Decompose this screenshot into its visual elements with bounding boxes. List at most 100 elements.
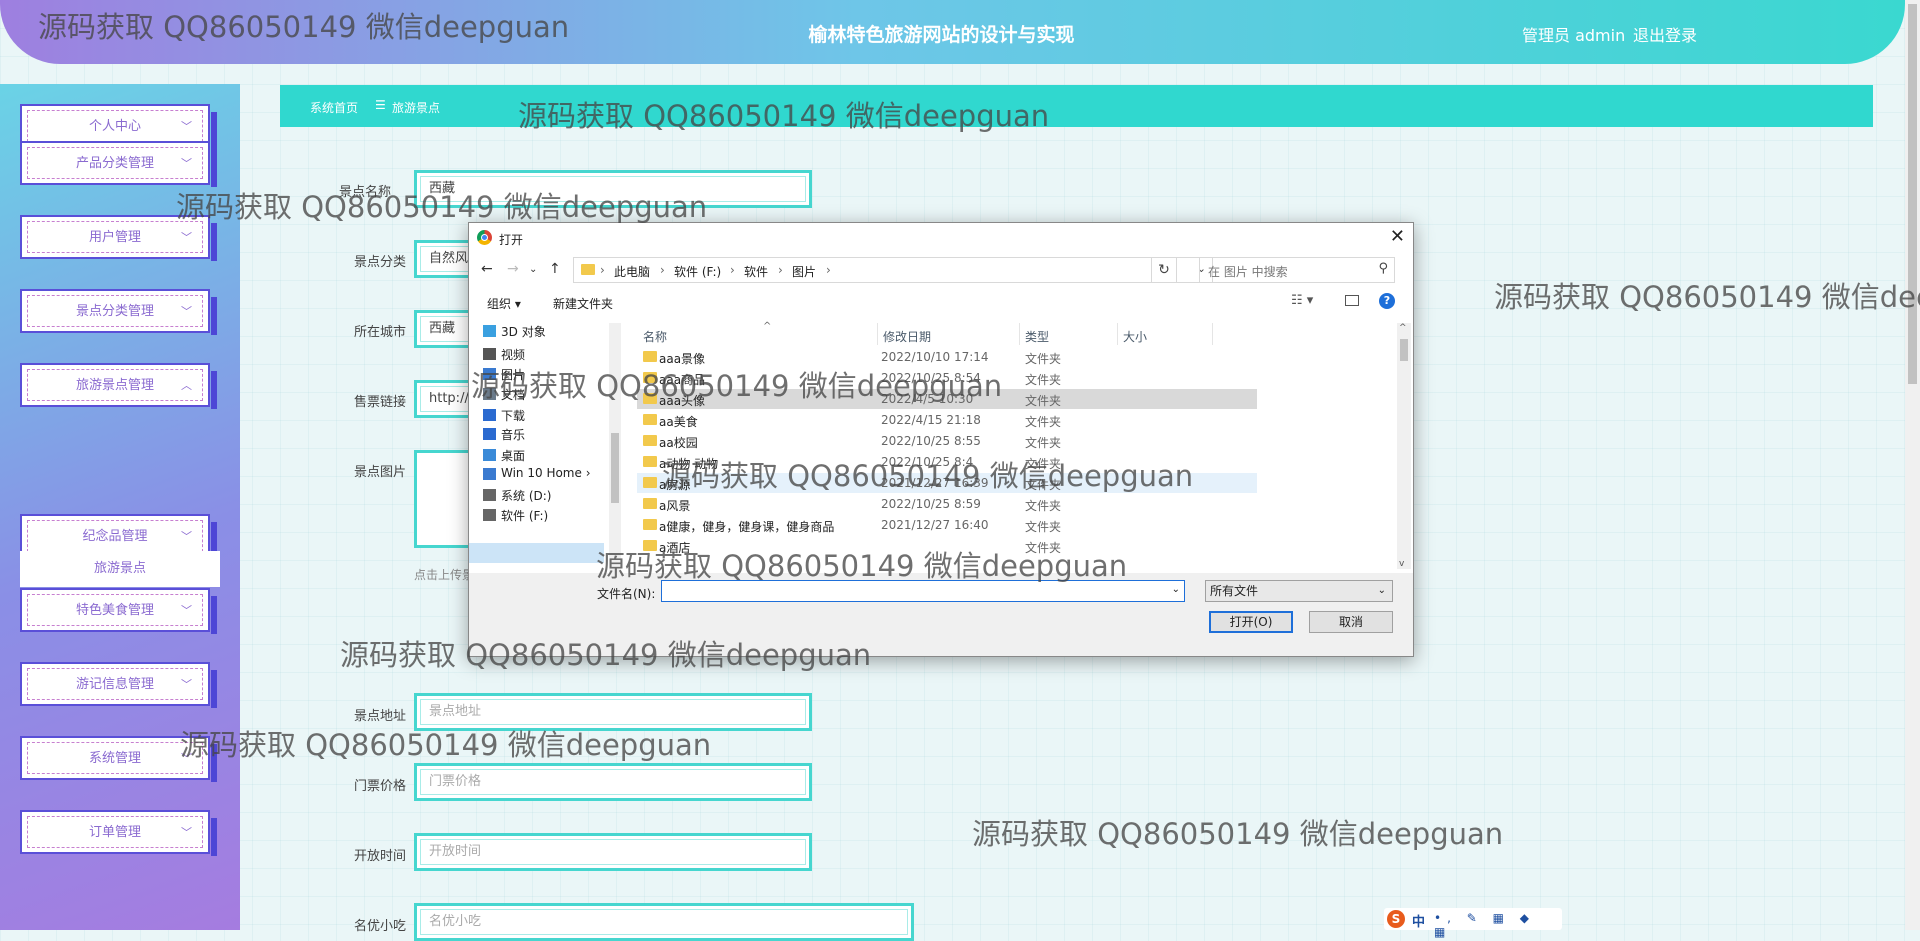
cancel-button[interactable]: 取消 <box>1309 611 1393 633</box>
sidebar-item[interactable]: 游记信息管理 ﹀ <box>20 662 217 708</box>
path-segment[interactable]: 软件 <box>744 263 768 280</box>
column-type[interactable]: 类型 <box>1025 328 1049 345</box>
file-row[interactable]: a动物 动物 2022/10/25 8:4 文件夹 <box>637 452 1257 472</box>
sidebar-item[interactable]: 用户管理 ﹀ <box>20 215 217 261</box>
organize-button[interactable]: 组织 ▾ <box>487 295 521 312</box>
open-time-label: 开放时间 <box>353 849 406 864</box>
search-icon[interactable]: ⚲ <box>1378 261 1388 276</box>
name-input[interactable]: 西藏 <box>414 170 812 208</box>
path-segment[interactable]: 图片 <box>792 263 816 280</box>
file-row[interactable]: a酒店 文件夹 <box>637 536 1257 556</box>
folder-icon <box>643 498 657 509</box>
chevron-down-icon: ﹀ <box>181 678 192 691</box>
breadcrumb-current: 旅游景点 <box>392 101 441 115</box>
recent-dropdown-icon[interactable]: ⌄ <box>529 264 537 275</box>
column-headers: 名称 ^ 修改日期 类型 大小 <box>637 321 1397 345</box>
file-row[interactable]: a房源 2021/12/27 16:39 文件夹 <box>637 473 1257 493</box>
file-row[interactable]: aaa商品 2022/10/25 8:54 文件夹 <box>637 368 1257 388</box>
ime-logo-icon[interactable]: S <box>1387 910 1405 928</box>
path-segment[interactable]: 软件 (F:) <box>674 263 721 280</box>
ime-mode[interactable]: 中 <box>1412 911 1425 930</box>
file-row[interactable]: aa美食 2022/4/15 21:18 文件夹 <box>637 410 1257 430</box>
open-time-input[interactable]: 开放时间 <box>414 833 812 871</box>
file-name: a酒店 <box>659 541 691 555</box>
tree-scrollbar-thumb[interactable] <box>611 433 619 503</box>
file-type: 文件夹 <box>1025 415 1062 429</box>
scroll-down-icon[interactable]: v <box>1399 559 1404 569</box>
ime-tools-icon[interactable]: •, ✎ ▦ ◆ ▦ <box>1434 911 1562 939</box>
page-scrollbar-thumb[interactable] <box>1908 4 1917 384</box>
preview-pane-icon[interactable] <box>1345 295 1359 306</box>
column-date[interactable]: 修改日期 <box>883 328 931 345</box>
snack-input[interactable]: 名优小吃 <box>414 903 914 941</box>
path-segment[interactable]: 此电脑 <box>614 263 650 280</box>
file-list-scrollbar[interactable]: ^ v <box>1397 323 1411 569</box>
tree-item[interactable]: 图片 <box>483 366 525 384</box>
help-icon[interactable]: ? <box>1379 293 1395 309</box>
dialog-titlebar[interactable]: 打开 ✕ <box>469 223 1413 253</box>
filename-input[interactable]: ⌄ <box>661 580 1185 602</box>
watermark-text: 源码获取 QQ86050149 微信deepguan <box>1494 280 1920 314</box>
tree-item[interactable]: 音乐 <box>483 426 525 444</box>
view-options-icon[interactable]: ☷ ▾ <box>1291 293 1313 308</box>
ime-toolbar[interactable]: S 中 •, ✎ ▦ ◆ ▦ <box>1384 908 1562 939</box>
price-input[interactable]: 门票价格 <box>414 763 812 801</box>
file-name: aa美食 <box>659 415 698 429</box>
logout-link[interactable]: 退出登录 <box>1633 22 1697 46</box>
sidebar-item[interactable]: 旅游景点管理 ︿ <box>20 363 217 409</box>
file-row[interactable]: aaa头像 2022/4/5 10:30 文件夹 <box>637 389 1257 409</box>
chevron-up-icon: ︿ <box>181 379 192 392</box>
search-box[interactable]: 在 图片 中搜索 ⚲ <box>1199 257 1395 283</box>
tree-item[interactable]: 软件 (F:) <box>483 507 548 525</box>
new-folder-button[interactable]: 新建文件夹 <box>553 295 613 312</box>
sidebar-item[interactable]: 产品分类管理 ﹀ <box>20 141 217 187</box>
back-arrow-icon[interactable]: ← <box>481 261 493 277</box>
tree-item[interactable]: 系统 (D:) <box>483 487 551 505</box>
chevron-down-icon: ﹀ <box>181 305 192 318</box>
tree-item[interactable]: 桌面 <box>483 447 525 465</box>
sidebar-subitem-scenic-spots[interactable]: 旅游景点 <box>20 551 220 587</box>
file-type: 文件夹 <box>1025 457 1062 471</box>
forward-arrow-icon[interactable]: → <box>507 261 519 277</box>
file-row[interactable]: a健康，健身，健身课，健身商品 2021/12/27 16:40 文件夹 <box>637 515 1257 535</box>
refresh-icon[interactable]: ↻ <box>1151 257 1177 283</box>
column-name[interactable]: 名称 <box>643 328 667 345</box>
tree-item[interactable]: Win 10 Home › <box>483 466 591 484</box>
tree-item[interactable]: 视频 <box>483 346 525 364</box>
address-input[interactable]: 景点地址 <box>414 693 812 731</box>
page-scrollbar[interactable] <box>1905 0 1920 930</box>
up-arrow-icon[interactable]: ↑ <box>549 261 561 277</box>
navigation-row: ← → ⌄ ↑ › 此电脑 › 软件 (F:) › 软件 › 图片 › ⌄ ↻ … <box>469 257 1413 285</box>
scroll-up-icon[interactable]: ^ <box>1399 323 1407 333</box>
sidebar-item[interactable]: 订单管理 ﹀ <box>20 810 217 856</box>
close-icon[interactable]: ✕ <box>1390 226 1405 247</box>
open-button[interactable]: 打开(O) <box>1209 611 1293 633</box>
file-row[interactable]: aaa景像 2022/10/10 17:14 文件夹 <box>637 347 1257 367</box>
filetype-select[interactable]: 所有文件 ⌄ <box>1205 580 1393 602</box>
tree-scrollbar[interactable] <box>609 323 621 573</box>
filetype-value: 所有文件 <box>1210 584 1259 598</box>
file-date: 2022/10/25 8:59 <box>881 497 981 511</box>
chevron-down-icon: ﹀ <box>181 231 192 244</box>
file-name: aaa商品 <box>659 373 706 387</box>
breadcrumb-home[interactable]: 系统首页 <box>310 99 358 116</box>
sidebar-item[interactable]: 景点分类管理 ﹀ <box>20 289 217 335</box>
column-size[interactable]: 大小 <box>1123 328 1147 345</box>
tree-item[interactable]: 3D 对象 <box>483 323 546 341</box>
sidebar-item[interactable]: 系统管理 ﹀ <box>20 736 217 782</box>
search-input[interactable]: 在 图片 中搜索 <box>1208 263 1288 280</box>
file-row[interactable]: aa校园 2022/10/25 8:55 文件夹 <box>637 431 1257 451</box>
tree-item[interactable]: 文档 <box>483 386 525 404</box>
chevron-down-icon: ﹀ <box>181 157 192 170</box>
drive-folder-icon <box>483 388 496 400</box>
file-date: 2022/10/10 17:14 <box>881 350 989 364</box>
file-type: 文件夹 <box>1025 394 1062 408</box>
file-row[interactable]: a风景 2022/10/25 8:59 文件夹 <box>637 494 1257 514</box>
tree-item[interactable]: 下载 <box>483 407 525 425</box>
sidebar-item[interactable]: 特色美食管理 ﹀ <box>20 588 217 634</box>
file-name: aaa景像 <box>659 352 706 366</box>
navigation-tree: 3D 对象视频图片文档下载 音乐桌面 Win 10 Home › 系统 (D:) 软件 … <box>469 323 624 573</box>
address-bar[interactable]: › 此电脑 › 软件 (F:) › 软件 › 图片 › ⌄ <box>573 257 1213 283</box>
chevron-down-icon[interactable]: ⌄ <box>1172 584 1180 595</box>
file-list-scrollbar-thumb[interactable] <box>1400 339 1408 361</box>
